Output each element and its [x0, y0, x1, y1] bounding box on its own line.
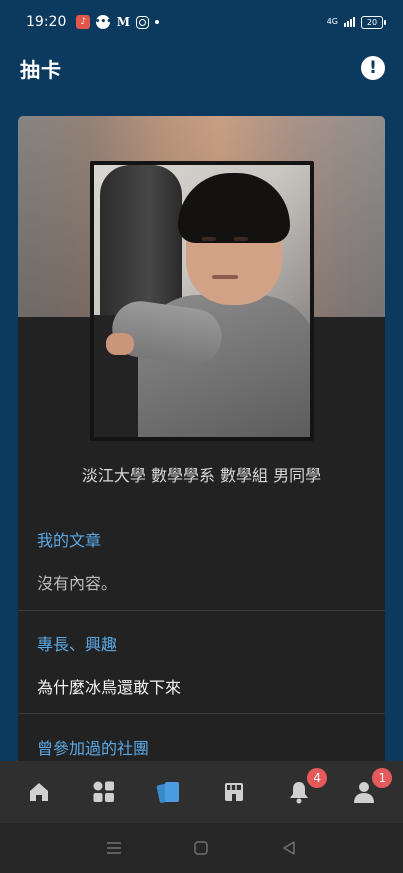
store-icon — [225, 783, 244, 801]
profile-badge: 1 — [372, 768, 393, 788]
network-type: 4G — [326, 17, 338, 26]
line-icon: ••• — [94, 15, 112, 29]
music-icon: ♪ — [76, 15, 91, 29]
section-title-clubs: 曾參加過的社團 — [37, 739, 150, 758]
profile-card: 淡江大學 數學學系 數學組 男同學 我的文章 沒有內容。 專長、興趣 為什麼冰鳥… — [18, 116, 385, 766]
battery-icon: 20 — [361, 15, 386, 29]
recents-menu-icon[interactable] — [106, 841, 122, 855]
section-title-skills-interests: 專長、興趣 — [37, 635, 118, 654]
nav-shop[interactable] — [214, 772, 254, 812]
grid-icon — [93, 781, 114, 802]
app-header: 抽卡 ! — [0, 44, 403, 92]
bell-icon — [290, 782, 309, 804]
status-bar: 19:20 ♪ ••• M 4G 20 — [0, 0, 403, 44]
instagram-icon — [136, 15, 150, 29]
section-title-my-articles: 我的文章 — [37, 531, 102, 550]
nav-cards[interactable] — [149, 772, 189, 812]
signal-icon — [344, 17, 355, 27]
status-right: 4G 20 — [326, 15, 386, 29]
section-body-skills-interests: 為什麼冰鳥還敢下來 — [37, 678, 182, 697]
divider — [18, 713, 385, 714]
nav-profile[interactable]: 1 — [344, 768, 393, 812]
more-notifications-icon — [155, 20, 160, 24]
home-square-icon[interactable] — [193, 840, 209, 856]
divider — [18, 610, 385, 611]
alert-icon[interactable]: ! — [361, 56, 385, 80]
nav-home[interactable] — [19, 772, 59, 812]
back-triangle-icon[interactable] — [281, 840, 297, 856]
notification-badge: 4 — [307, 768, 328, 788]
status-left: 19:20 ♪ ••• M — [26, 14, 160, 30]
system-nav-bar — [0, 823, 403, 873]
avatar-frame[interactable] — [90, 161, 314, 441]
avatar-photo — [94, 165, 310, 437]
school-department-line: 淡江大學 數學學系 數學組 男同學 — [81, 466, 322, 485]
page-title: 抽卡 — [20, 57, 62, 82]
status-time: 19:20 — [26, 14, 67, 30]
cards-icon — [156, 782, 179, 803]
bottom-nav: 4 1 — [0, 761, 403, 823]
nav-notifications[interactable]: 4 — [279, 768, 328, 812]
battery-level: 20 — [366, 17, 378, 27]
m-icon: M — [116, 15, 130, 29]
nav-boards[interactable] — [84, 772, 124, 812]
section-body-my-articles: 沒有內容。 — [37, 574, 118, 593]
home-icon — [29, 783, 48, 801]
